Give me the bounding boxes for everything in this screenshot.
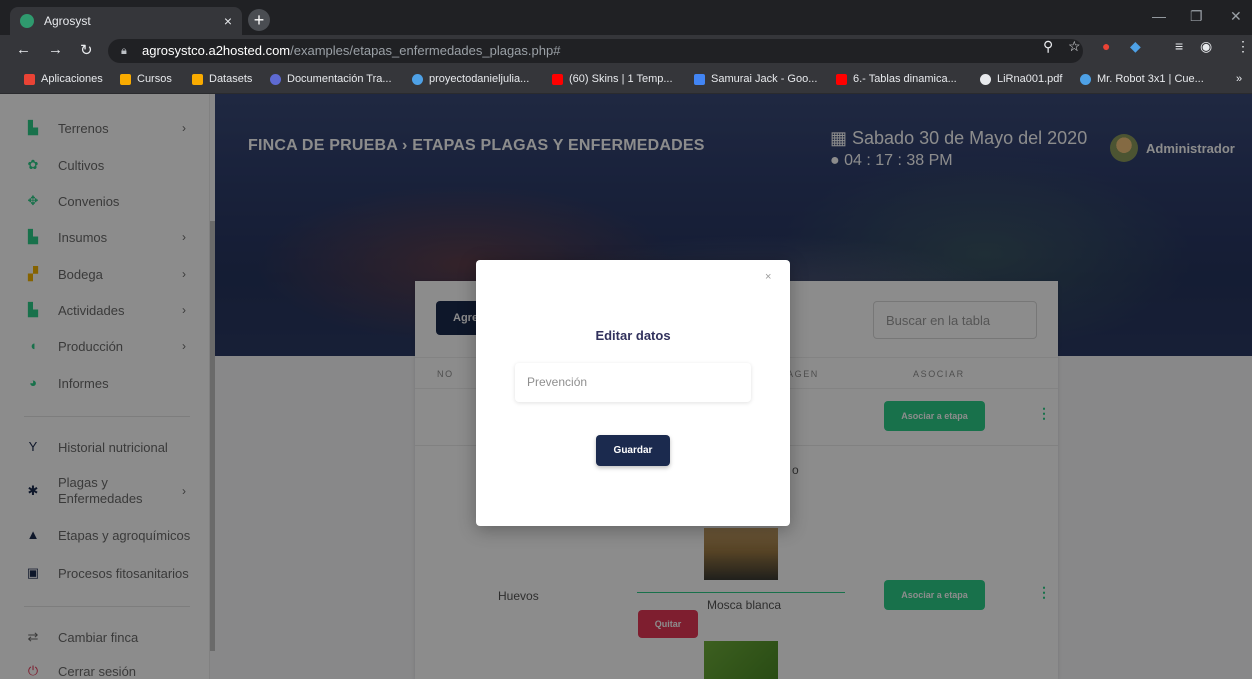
bookmark-item[interactable]: Mr. Robot 3x1 | Cue... (1080, 73, 1204, 85)
back-icon[interactable]: ← (16, 41, 31, 58)
save-button[interactable]: Guardar (596, 435, 670, 466)
reading-list-icon[interactable]: ≡ (1175, 38, 1183, 54)
apps-grid-icon (24, 73, 35, 85)
docs-icon (694, 73, 705, 85)
bookmark-item[interactable]: proyectodanieljulia... (412, 73, 529, 85)
bookmark-item[interactable]: Aplicaciones (24, 73, 103, 85)
profile-avatar-icon[interactable]: ◉ (1200, 38, 1212, 55)
bookmark-item[interactable]: LiRna001.pdf (980, 73, 1062, 85)
browser-menu-icon[interactable]: ⋮ (1236, 38, 1250, 55)
folder-icon (120, 73, 131, 85)
reload-icon[interactable]: ↻ (80, 41, 93, 59)
restore-icon[interactable]: ❐ (1190, 8, 1203, 25)
zoom-icon[interactable]: ⚲ (1043, 38, 1053, 55)
globe-icon (980, 73, 991, 85)
edit-modal: × Editar datos Prevención Guardar (476, 260, 790, 526)
close-icon[interactable]: × (765, 271, 771, 283)
bookmark-item[interactable]: Samurai Jack - Goo... (694, 73, 817, 85)
folder-icon (192, 73, 203, 85)
new-tab-button[interactable]: + (248, 9, 270, 31)
browser-tab[interactable]: Agrosyst × (10, 7, 242, 35)
tab-close-icon[interactable]: × (224, 13, 232, 29)
address-input[interactable]: 🔒︎ agrosystco.a2hosted.com/examples/etap… (108, 39, 1083, 63)
extension-blue-icon[interactable]: ◆ (1130, 38, 1141, 55)
bookmark-item[interactable]: (60) Skins | 1 Temp... (552, 73, 673, 85)
app-page: FINCA DE PRUEBA › ETAPAS PLAGAS Y ENFERM… (0, 94, 1252, 679)
tab-title: Agrosyst (44, 14, 91, 28)
bookmark-item[interactable]: Documentación Tra... (270, 73, 392, 85)
edge-icon (1080, 73, 1091, 85)
bookmark-item[interactable]: Datasets (192, 73, 252, 85)
browser-tab-strip: Agrosyst × + — ❐ ✕ (0, 0, 1252, 35)
bookmarks-bar: Aplicaciones Cursos Datasets Documentaci… (0, 67, 1252, 94)
forward-icon[interactable]: → (48, 41, 63, 58)
cloud-icon (412, 73, 423, 85)
extension-red-icon[interactable]: ● (1102, 38, 1110, 54)
address-toolbar: ← → ↻ 🔒︎ agrosystco.a2hosted.com/example… (0, 35, 1252, 67)
site-favicon-icon (20, 14, 34, 28)
bookmark-item[interactable]: Cursos (120, 73, 172, 85)
close-window-icon[interactable]: ✕ (1230, 8, 1242, 25)
bookmark-item[interactable]: 6.- Tablas dinamica... (836, 73, 957, 85)
bookmark-star-icon[interactable]: ☆ (1068, 38, 1081, 55)
lock-icon: 🔒︎ (121, 45, 127, 57)
minimize-icon[interactable]: — (1152, 8, 1166, 24)
url-path: /examples/etapas_enfermedades_plagas.php… (290, 43, 561, 58)
modal-title: Editar datos (595, 328, 671, 343)
url-host: agrosystco.a2hosted.com (142, 43, 291, 58)
bookmarks-overflow-icon[interactable]: » (1236, 73, 1242, 85)
prevention-input[interactable]: Prevención (515, 363, 751, 402)
youtube-icon (836, 73, 847, 85)
site-icon (270, 73, 281, 85)
youtube-icon (552, 73, 563, 85)
